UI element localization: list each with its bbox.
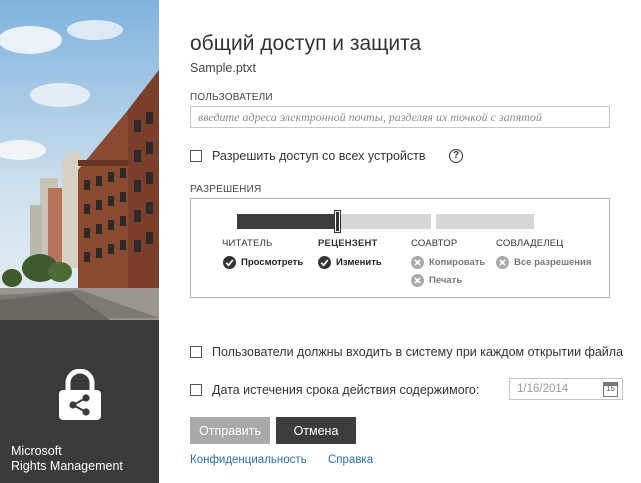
require-login-label: Пользователи должны входить в систему пр… — [212, 345, 624, 359]
expiration-date-field[interactable]: 1/16/2014 15 — [509, 378, 623, 400]
brand-microsoft: Microsoft — [11, 444, 62, 458]
role-reviewer[interactable]: РЕЦЕНЗЕНТ — [318, 238, 378, 249]
right-copy: Копировать — [411, 256, 485, 269]
cross-icon — [411, 256, 424, 269]
dialog-title: общий доступ и защита — [190, 32, 422, 55]
permission-level-bar-filled[interactable] — [237, 214, 335, 229]
brand-panel: Microsoft Rights Management — [0, 0, 159, 483]
right-print: Печать — [411, 274, 462, 287]
permission-level-bar-coauthor[interactable] — [335, 214, 431, 229]
right-change-label: Изменить — [336, 257, 382, 268]
all-devices-checkbox[interactable] — [190, 150, 202, 162]
cross-icon — [411, 274, 424, 287]
expiration-label: Дата истечения срока действия содержимог… — [212, 383, 480, 397]
require-login-option[interactable]: Пользователи должны входить в систему пр… — [190, 345, 623, 359]
check-icon — [318, 256, 331, 269]
file-name: Sample.ptxt — [190, 61, 257, 75]
role-coowner[interactable]: СОВЛАДЕЛЕЦ — [496, 238, 564, 249]
permissions-panel: ЧИТАТЕЛЬ РЕЦЕНЗЕНТ СОАВТОР СОВЛАДЕЛЕЦ Пр… — [190, 198, 610, 298]
city-street-photo — [0, 0, 159, 320]
calendar-icon[interactable]: 15 — [603, 382, 618, 397]
right-view-label: Просмотреть — [241, 257, 304, 268]
users-email-input[interactable] — [190, 106, 610, 128]
help-link[interactable]: Справка — [328, 454, 373, 466]
help-icon[interactable]: ? — [449, 149, 463, 163]
lock-share-icon — [59, 369, 101, 420]
role-coauthor[interactable]: СОАВТОР — [411, 238, 457, 249]
send-button[interactable]: Отправить — [190, 417, 270, 444]
expiration-checkbox[interactable] — [190, 384, 202, 396]
right-all: Все разрешения — [496, 256, 591, 269]
permission-slider-handle[interactable] — [334, 210, 341, 233]
all-devices-label: Разрешить доступ со всех устройств — [212, 149, 426, 163]
right-copy-label: Копировать — [429, 257, 486, 268]
cross-icon — [496, 256, 509, 269]
require-login-checkbox[interactable] — [190, 346, 202, 358]
expiration-option[interactable]: Дата истечения срока действия содержимог… — [190, 383, 479, 397]
cancel-button[interactable]: Отмена — [276, 417, 356, 444]
right-view: Просмотреть — [223, 256, 303, 269]
permissions-label: РАЗРЕШЕНИЯ — [190, 184, 262, 195]
brand-rights-management: Rights Management — [11, 459, 123, 473]
permission-level-bar-coowner[interactable] — [436, 214, 534, 229]
check-icon — [223, 256, 236, 269]
right-change: Изменить — [318, 256, 382, 269]
all-devices-option[interactable]: Разрешить доступ со всех устройств — [190, 149, 426, 163]
right-all-label: Все разрешения — [514, 257, 592, 268]
right-print-label: Печать — [429, 275, 463, 286]
privacy-link[interactable]: Конфиденциальность — [190, 454, 307, 466]
expiration-date-value: 1/16/2014 — [517, 383, 569, 395]
users-label: ПОЛЬЗОВАТЕЛИ — [190, 92, 273, 103]
role-reader[interactable]: ЧИТАТЕЛЬ — [222, 238, 272, 249]
